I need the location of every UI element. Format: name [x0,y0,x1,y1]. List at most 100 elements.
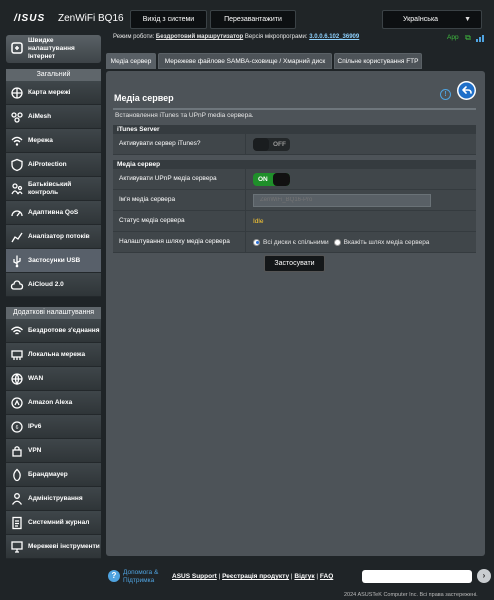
apply-button[interactable]: Застосувати [264,255,325,272]
copyright: 2024 ASUSTeK Computer Inc. Всі права зас… [344,592,478,598]
itunes-section-header: iTunes Server [113,125,476,134]
sidebar-item-alexa[interactable]: Amazon Alexa [6,391,101,415]
sidebar-item-aiprotection[interactable]: AiProtection [6,153,101,177]
itunes-toggle-state: OFF [273,140,286,148]
general-menu: Карта мережі AiMesh Мережа AiProtection Бать… [6,81,101,297]
sidebar-item-lan[interactable]: Локальна мережа [6,343,101,367]
asus-logo: /ISUS [14,13,46,24]
sidebar-item-ipv6[interactable]: 6 IPv6 [6,415,101,439]
alexa-icon [10,396,24,410]
sidebar-item-firewall[interactable]: Брандмауер [6,463,101,487]
sidebar-item-administration[interactable]: Адміністрування [6,487,101,511]
sidebar-item-label: AiProtection [28,161,67,168]
info-icon[interactable]: ! [440,89,451,100]
tab-ftp-share[interactable]: Спільне користування FTP [334,53,422,69]
help-support-link[interactable]: Допомога & Підтримка [119,569,163,585]
server-name-row: Ім'я медіа сервера [113,190,476,211]
sidebar-item-parental-control[interactable]: Батьківський контроль [6,177,101,201]
main-panel: Медіа сервер ! Встановлення iTunes та UP… [106,71,485,556]
sidebar-item-label: Аналізатор потоків [28,233,90,240]
custom-path-radio[interactable] [333,238,341,246]
search-input[interactable] [362,570,472,583]
sidebar-item-label: AiMesh [28,113,52,120]
firmware-label: Версія мікропрограми: [244,34,308,40]
parental-control-icon [10,182,24,196]
sidebar-item-traffic-analyzer[interactable]: Аналізатор потоків [6,225,101,249]
mode-label: Режим роботи: [113,34,155,40]
network-map-icon [10,86,24,100]
tab-media-server[interactable]: Медіа сервер [106,53,156,69]
top-bar: /ISUS ZenWiFi BQ16 Вихід з системи Перез… [0,0,494,30]
administration-icon [10,492,24,506]
sidebar-item-aicloud[interactable]: AiCloud 2.0 [6,273,101,297]
sidebar-item-label: Мережа [28,137,53,144]
sidebar-item-aimesh[interactable]: AiMesh [6,105,101,129]
sidebar-item-label: Батьківський контроль [28,181,72,196]
sidebar-item-label: Застосунки USB [28,257,81,264]
sidebar-item-wan[interactable]: WAN [6,367,101,391]
sidebar-item-label: WAN [28,375,44,382]
itunes-toggle[interactable]: OFF [253,137,290,151]
network-icon [10,134,24,148]
media-section-header: Медіа сервер [113,160,476,169]
sidebar-item-network-map[interactable]: Карта мережі [6,81,101,105]
product-registration-link[interactable]: Реєстрація продукту [222,573,289,580]
app-qr-icon[interactable]: ⧉ [463,33,473,43]
wan-status-icon[interactable] [475,33,485,43]
server-path-label: Налаштування шляху медіа сервера [113,232,246,252]
custom-path-label[interactable]: Вкажіть шлях медіа сервера [344,239,430,246]
quick-internet-setup[interactable]: Швидке налаштування Інтернет [6,35,101,63]
usb-icon [10,254,24,268]
reboot-button[interactable]: Перезавантажити [210,10,296,29]
upnp-row: Активувати UPnP медіа сервера ON [113,169,476,190]
sidebar-item-label: Адаптивна QoS [28,209,79,216]
sidebar-item-label: Карта мережі [28,89,71,96]
language-select[interactable]: Українська ▼ [382,10,482,29]
router-model: ZenWiFi BQ16 [58,13,124,24]
app-label: App [447,34,459,41]
sidebar-item-qos[interactable]: Адаптивна QoS [6,201,101,225]
sidebar-item-label: IPv6 [28,423,42,430]
logout-button[interactable]: Вихід з системи [130,10,207,29]
upnp-toggle[interactable]: ON [253,172,290,186]
upnp-toggle-state: ON [258,175,268,183]
faq-link[interactable]: FAQ [320,573,333,580]
sidebar-item-usb[interactable]: Застосунки USB [6,249,101,273]
firmware-version-link[interactable]: 3.0.0.6.102_36909 [309,34,359,40]
sidebar-item-network-tools[interactable]: Мережеві інструменти [6,535,101,559]
sidebar-item-label: Локальна мережа [28,351,86,358]
sidebar-item-label: Брандмауер [28,471,68,478]
search-go-button[interactable]: › [477,569,491,583]
svg-text:6: 6 [16,425,19,431]
itunes-row: Активувати сервер iTunes? OFF [113,134,476,155]
quick-setup-icon [11,42,23,54]
sidebar-item-network[interactable]: Мережа [6,129,101,153]
footer: ? Допомога & Підтримка ASUS Support | Ре… [106,568,491,586]
qos-icon [10,206,24,220]
lan-icon [10,348,24,362]
mode-value-link[interactable]: Бездротовий маршрутизатор [156,34,243,40]
tab-samba-share[interactable]: Мережеве файлове SAMBA-сховище / Хмарний… [158,53,332,69]
language-value: Українська [403,16,439,23]
server-status-value: Idle [253,217,264,225]
sidebar-item-label: Системний журнал [28,519,90,526]
ipv6-icon: 6 [10,420,24,434]
itunes-label: Активувати сервер iTunes? [113,134,246,154]
all-disks-label[interactable]: Всі диски є спільними [263,239,329,246]
sidebar-item-label: VPN [28,447,42,454]
sidebar-item-wireless[interactable]: Бездротове з'єднання [6,319,101,343]
sidebar-item-label: Мережеві інструменти [28,543,100,550]
all-disks-radio[interactable] [253,238,260,246]
page-description: Встановлення iTunes та UPnP media сервер… [115,112,254,119]
server-path-row: Налаштування шляху медіа сервера Всі дис… [113,232,476,253]
quick-setup-label: Швидке налаштування Інтернет [28,37,75,60]
asus-support-link[interactable]: ASUS Support [172,573,217,580]
sidebar-item-vpn[interactable]: VPN [6,439,101,463]
feedback-link[interactable]: Відгук [294,573,314,580]
general-section-title: Загальний [6,69,101,81]
server-name-input[interactable] [253,193,431,207]
back-icon[interactable] [457,81,476,100]
sidebar-item-system-log[interactable]: Системний журнал [6,511,101,535]
advanced-menu: Бездротове з'єднання Локальна мережа WAN Am… [6,319,101,559]
status-line: Режим роботи: Бездротовий маршрутизатор … [113,34,359,40]
